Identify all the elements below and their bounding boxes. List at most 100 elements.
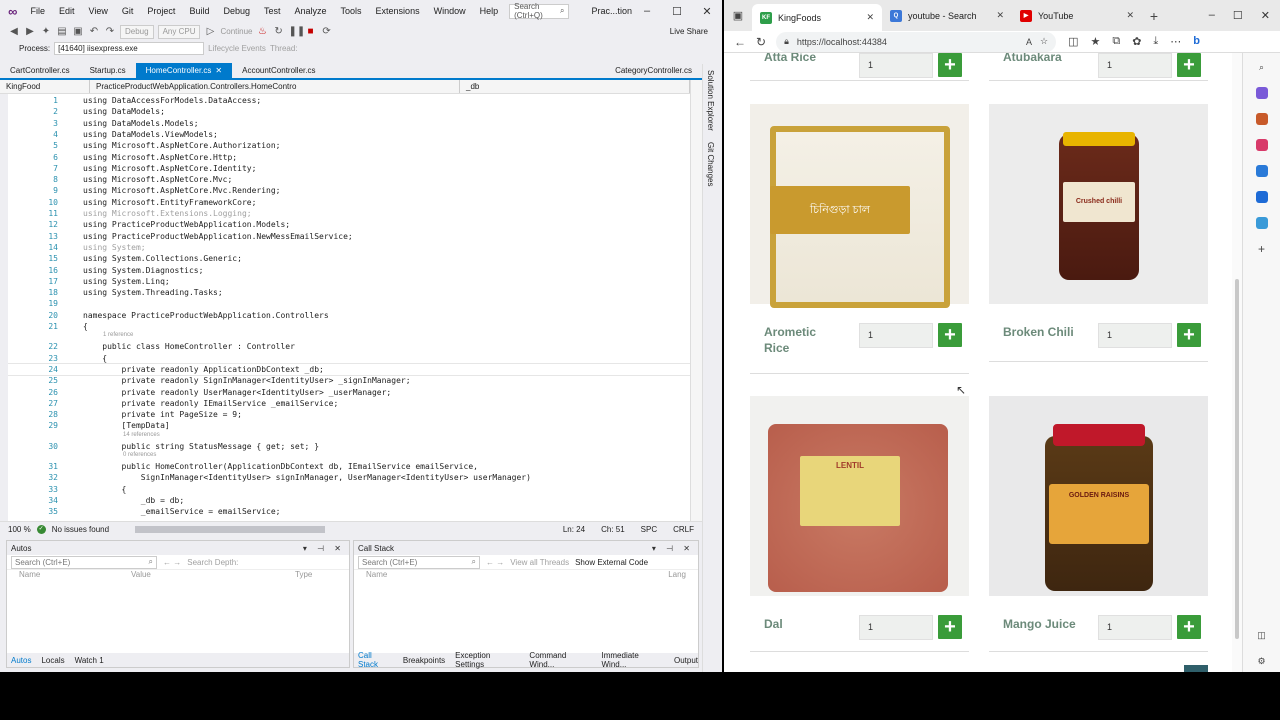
quantity-input[interactable]: 1: [1098, 53, 1172, 78]
copilot-icon[interactable]: b: [1193, 35, 1200, 48]
code-line[interactable]: 3 using DataModels.Models;: [8, 118, 690, 129]
code-line[interactable]: 21 {: [8, 321, 690, 332]
menu-view[interactable]: View: [82, 0, 115, 22]
menu-window[interactable]: Window: [427, 0, 473, 22]
new-tab-icon[interactable]: +: [1142, 8, 1166, 24]
code-line[interactable]: 32 SignInManager<IdentityUser> signInMan…: [8, 472, 690, 483]
search-icon[interactable]: ⌕: [1256, 61, 1268, 73]
tab-command-window[interactable]: Command Wind...: [529, 651, 591, 669]
code-line[interactable]: 2 using DataModels;: [8, 106, 690, 117]
favorites-icon[interactable]: ★: [1090, 35, 1100, 48]
col-type[interactable]: Type: [295, 570, 312, 582]
menu-analyze[interactable]: Analyze: [288, 0, 334, 22]
code-line[interactable]: 35 _emailService = emailService;: [8, 506, 690, 517]
favorite-star-icon[interactable]: ☆: [1040, 36, 1048, 47]
pane-controls[interactable]: ▾ ⊣ ✕: [652, 544, 694, 553]
add-to-cart-button[interactable]: +: [1177, 615, 1201, 639]
product-name[interactable]: Arometic Rice: [764, 324, 844, 356]
hot-reload-icon[interactable]: ♨: [257, 26, 269, 37]
browser-tab-kingfoods[interactable]: KF KingFoods ✕: [752, 4, 882, 31]
tab-breakpoints[interactable]: Breakpoints: [403, 656, 445, 665]
maximize-icon[interactable]: ☐: [1233, 9, 1243, 22]
menu-edit[interactable]: Edit: [52, 0, 82, 22]
settings-icon[interactable]: ⚙: [1256, 655, 1268, 667]
close-icon[interactable]: ✕: [1261, 9, 1270, 22]
tab-actions-icon[interactable]: ▣: [724, 9, 752, 22]
product-image[interactable]: Crushed chilli: [989, 104, 1208, 304]
col-lang[interactable]: Lang: [668, 570, 686, 582]
code-line[interactable]: 25 private readonly SignInManager<Identi…: [8, 375, 690, 386]
add-to-cart-button[interactable]: +: [938, 53, 962, 77]
tab-output[interactable]: Output: [674, 656, 698, 665]
editor-vertical-scrollbar[interactable]: [690, 80, 702, 521]
code-line[interactable]: 17 using System.Linq;: [8, 276, 690, 287]
tab-immediate-window[interactable]: Immediate Wind...: [602, 651, 665, 669]
tab-exception-settings[interactable]: Exception Settings: [455, 651, 519, 669]
new-item-icon[interactable]: ✦: [40, 26, 52, 37]
tab-accountcontroller[interactable]: AccountController.cs: [232, 63, 325, 78]
add-sidebar-icon[interactable]: +: [1256, 243, 1268, 255]
quantity-input[interactable]: 1: [1098, 615, 1172, 640]
live-share-button[interactable]: Live Share: [670, 27, 708, 36]
open-icon[interactable]: ▤: [56, 26, 68, 37]
product-image[interactable]: চিনিগুড়া চাল: [750, 104, 969, 308]
add-to-cart-button[interactable]: +: [938, 323, 962, 347]
code-line[interactable]: 20 namespace PracticeProductWebApplicatio…: [8, 310, 690, 321]
close-tab-icon[interactable]: ✕: [996, 10, 1004, 21]
code-line[interactable]: 4 using DataModels.ViewModels;: [8, 129, 690, 140]
minimize-icon[interactable]: –: [632, 5, 662, 17]
address-bar[interactable]: 🔒︎ https://localhost:44384 A ☆: [776, 31, 1057, 52]
stop-icon[interactable]: ■: [305, 26, 317, 37]
code-line[interactable]: 19: [8, 298, 690, 309]
code-line[interactable]: 6 using Microsoft.AspNetCore.Http;: [8, 152, 690, 163]
page-scrollbar-thumb[interactable]: [1235, 279, 1239, 639]
code-line[interactable]: 7 using Microsoft.AspNetCore.Identity;: [8, 163, 690, 174]
collections-icon[interactable]: ⧉: [1112, 35, 1120, 48]
lifecycle-events-button[interactable]: Lifecycle Events: [208, 44, 266, 53]
split-screen-icon[interactable]: ◫: [1068, 35, 1078, 48]
tab-cartcontroller[interactable]: CartController.cs: [0, 63, 80, 78]
menu-test[interactable]: Test: [257, 0, 288, 22]
add-to-cart-button[interactable]: +: [1177, 323, 1201, 347]
reference-count[interactable]: 14 references: [8, 432, 690, 441]
member-dropdown[interactable]: _db: [460, 80, 690, 93]
code-line[interactable]: 34 _db = db;: [8, 495, 690, 506]
solution-name[interactable]: Prac...tion: [591, 6, 632, 16]
code-line[interactable]: 18 using System.Threading.Tasks;: [8, 287, 690, 298]
scroll-to-top-button[interactable]: [1184, 665, 1208, 672]
class-dropdown[interactable]: PracticeProductWebApplication.Controller…: [90, 80, 460, 93]
code-line[interactable]: 9 using Microsoft.AspNetCore.Mvc.Renderin…: [8, 185, 690, 196]
menu-project[interactable]: Project: [140, 0, 182, 22]
zoom-level[interactable]: 100 %: [8, 525, 31, 534]
tab-autos[interactable]: Autos: [11, 656, 31, 665]
add-to-cart-button[interactable]: +: [1177, 53, 1201, 77]
lock-icon[interactable]: 🔒︎: [784, 36, 789, 47]
downloads-icon[interactable]: ⤓: [1153, 35, 1158, 48]
col-name[interactable]: Name: [19, 570, 131, 582]
code-line[interactable]: 31 public HomeController(ApplicationDbCo…: [8, 461, 690, 472]
code-line[interactable]: 27 private readonly IEmailService _email…: [8, 398, 690, 409]
back-icon[interactable]: ←: [734, 35, 746, 49]
whitespace-mode[interactable]: SPC: [641, 525, 657, 534]
maximize-icon[interactable]: ☐: [662, 5, 692, 18]
send-icon[interactable]: [1255, 217, 1268, 229]
code-line[interactable]: 26 private readonly UserManager<Identity…: [8, 387, 690, 398]
vs-search-input[interactable]: Search (Ctrl+Q) ⌕: [509, 2, 570, 20]
product-name[interactable]: Broken Chili: [1003, 324, 1074, 340]
minimize-icon[interactable]: –: [1209, 9, 1215, 22]
product-name[interactable]: Dal: [764, 616, 783, 632]
arrow-icons[interactable]: ← →: [486, 558, 504, 567]
sidebar-toggle-icon[interactable]: ◫: [1256, 629, 1268, 641]
reference-count[interactable]: 0 references: [8, 452, 690, 461]
callstack-search-input[interactable]: Search (Ctrl+E) ⌕: [358, 555, 480, 569]
code-line[interactable]: 8 using Microsoft.AspNetCore.Mvc;: [8, 174, 690, 185]
more-menu-icon[interactable]: ⋯: [1170, 35, 1181, 48]
pane-controls[interactable]: ▾ ⊣ ✕: [303, 544, 345, 553]
code-line[interactable]: 23 {: [8, 353, 690, 364]
shopping-icon[interactable]: [1255, 87, 1268, 99]
step-icon[interactable]: ⟳: [321, 26, 333, 37]
issues-status[interactable]: No issues found: [52, 525, 109, 534]
close-tab-icon[interactable]: ✕: [866, 12, 874, 23]
tab-locals[interactable]: Locals: [41, 656, 64, 665]
read-aloud-icon[interactable]: A: [1026, 37, 1032, 47]
